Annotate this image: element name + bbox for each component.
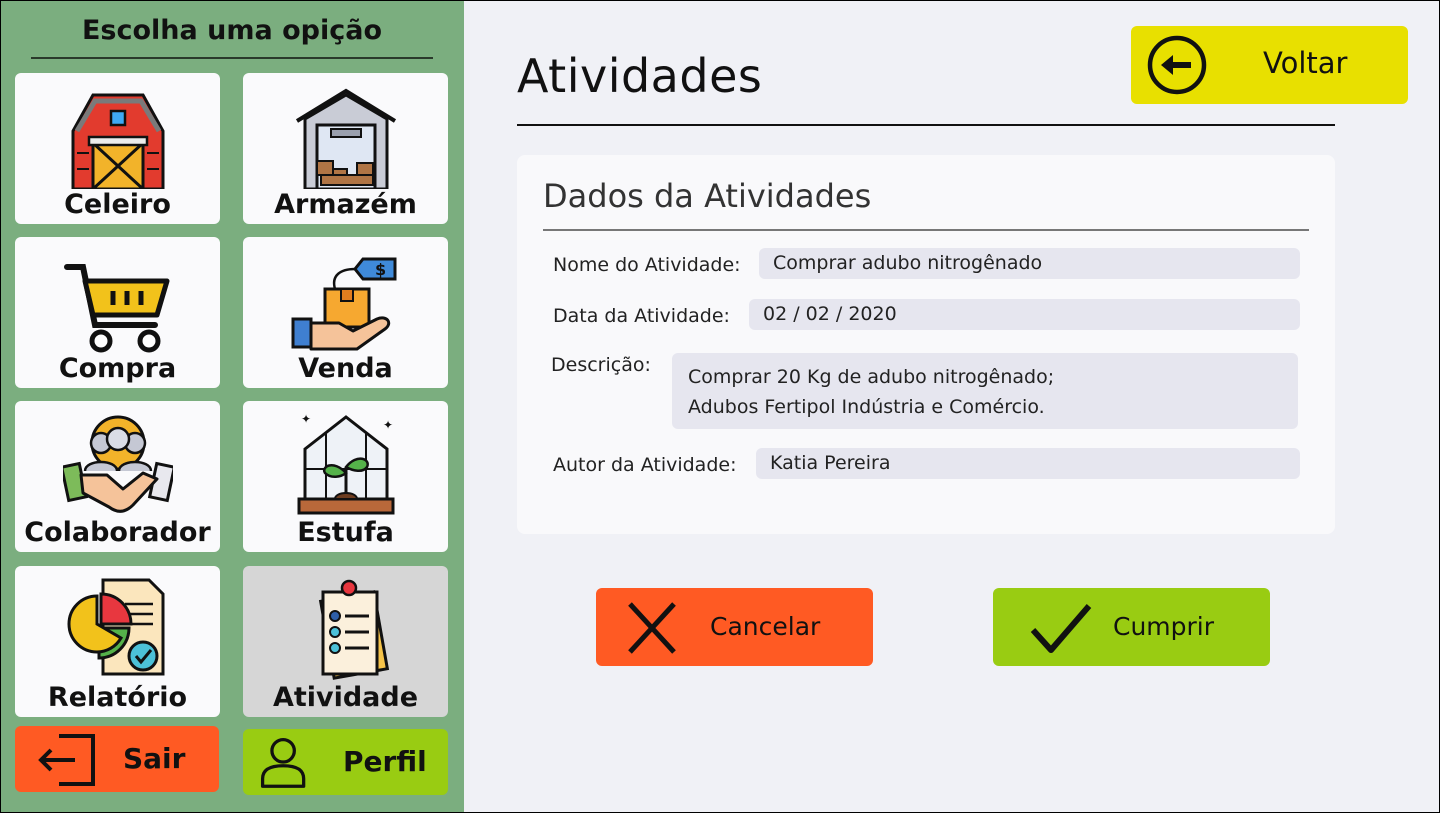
svg-text:✦: ✦ [383,418,393,432]
back-button[interactable]: Voltar [1131,26,1408,104]
handshake-team-icon [62,409,173,517]
shopping-cart-icon [63,245,173,353]
tile-label: Colaborador [24,517,211,548]
tile-label: Venda [298,353,393,384]
tile-celeiro[interactable]: Celeiro [15,73,220,224]
activity-name-label: Nome do Atividade: [553,254,741,276]
svg-text:✦: ✦ [301,412,311,426]
page-title: Atividades [517,49,763,103]
description-field[interactable]: Comprar 20 Kg de adubo nitrogênado; Adub… [672,353,1298,429]
description-label: Descrição: [551,354,651,376]
tile-label: Atividade [272,682,419,713]
tile-compra[interactable]: Compra [15,237,220,388]
tile-venda[interactable]: $ Venda [243,237,448,388]
confirm-label: Cumprir [1113,612,1215,641]
confirm-button[interactable]: Cumprir [993,588,1270,666]
card-divider [543,229,1309,231]
sidebar: Escolha uma opição Celeiro Armazém Compr… [1,1,464,812]
profile-label: Perfil [343,745,427,778]
cancel-button[interactable]: Cancelar [596,588,873,666]
arrow-left-circle-icon [1147,35,1207,95]
logout-button[interactable]: Sair [15,726,219,792]
tile-colaborador[interactable]: Colaborador [15,401,220,552]
svg-text:$: $ [375,260,386,279]
report-pie-chart-icon [63,574,173,682]
tile-label: Compra [58,353,177,384]
card-title: Dados da Atividades [543,177,872,215]
profile-button[interactable]: Perfil [243,729,448,795]
logout-label: Sair [123,742,186,775]
cancel-label: Cancelar [710,612,821,641]
activity-details-card: Dados da Atividades Nome do Atividade: C… [517,155,1335,534]
back-label: Voltar [1263,46,1348,80]
logout-icon [37,732,97,788]
author-label: Autor da Atividade: [553,454,737,476]
close-icon [622,600,682,656]
user-icon [257,733,317,789]
barn-icon [63,81,173,189]
activity-date-label: Data da Atividade: [553,305,730,327]
tile-label: Armazém [274,189,417,220]
warehouse-icon [291,81,401,189]
tile-label: Relatório [47,682,188,713]
sale-hand-box-icon: $ [291,245,401,353]
tile-label: Celeiro [64,189,171,220]
activity-date-field[interactable]: 02 / 02 / 2020 [749,299,1300,330]
tile-relatorio[interactable]: Relatório [15,566,220,717]
greenhouse-icon: ✦ ✦ [291,409,401,517]
tile-atividade[interactable]: Atividade [243,566,448,717]
checklist-clipboard-icon [291,574,401,682]
app-window: Escolha uma opição Celeiro Armazém Compr… [0,0,1440,813]
activity-name-field[interactable]: Comprar adubo nitrogênado [759,248,1300,279]
author-field[interactable]: Katia Pereira [756,448,1300,479]
title-divider [517,124,1335,126]
tile-label: Estufa [297,517,394,548]
sidebar-title: Escolha uma opição [31,13,433,59]
tile-estufa[interactable]: ✦ ✦ Estufa [243,401,448,552]
checkmark-icon [1029,600,1092,656]
tile-armazem[interactable]: Armazém [243,73,448,224]
